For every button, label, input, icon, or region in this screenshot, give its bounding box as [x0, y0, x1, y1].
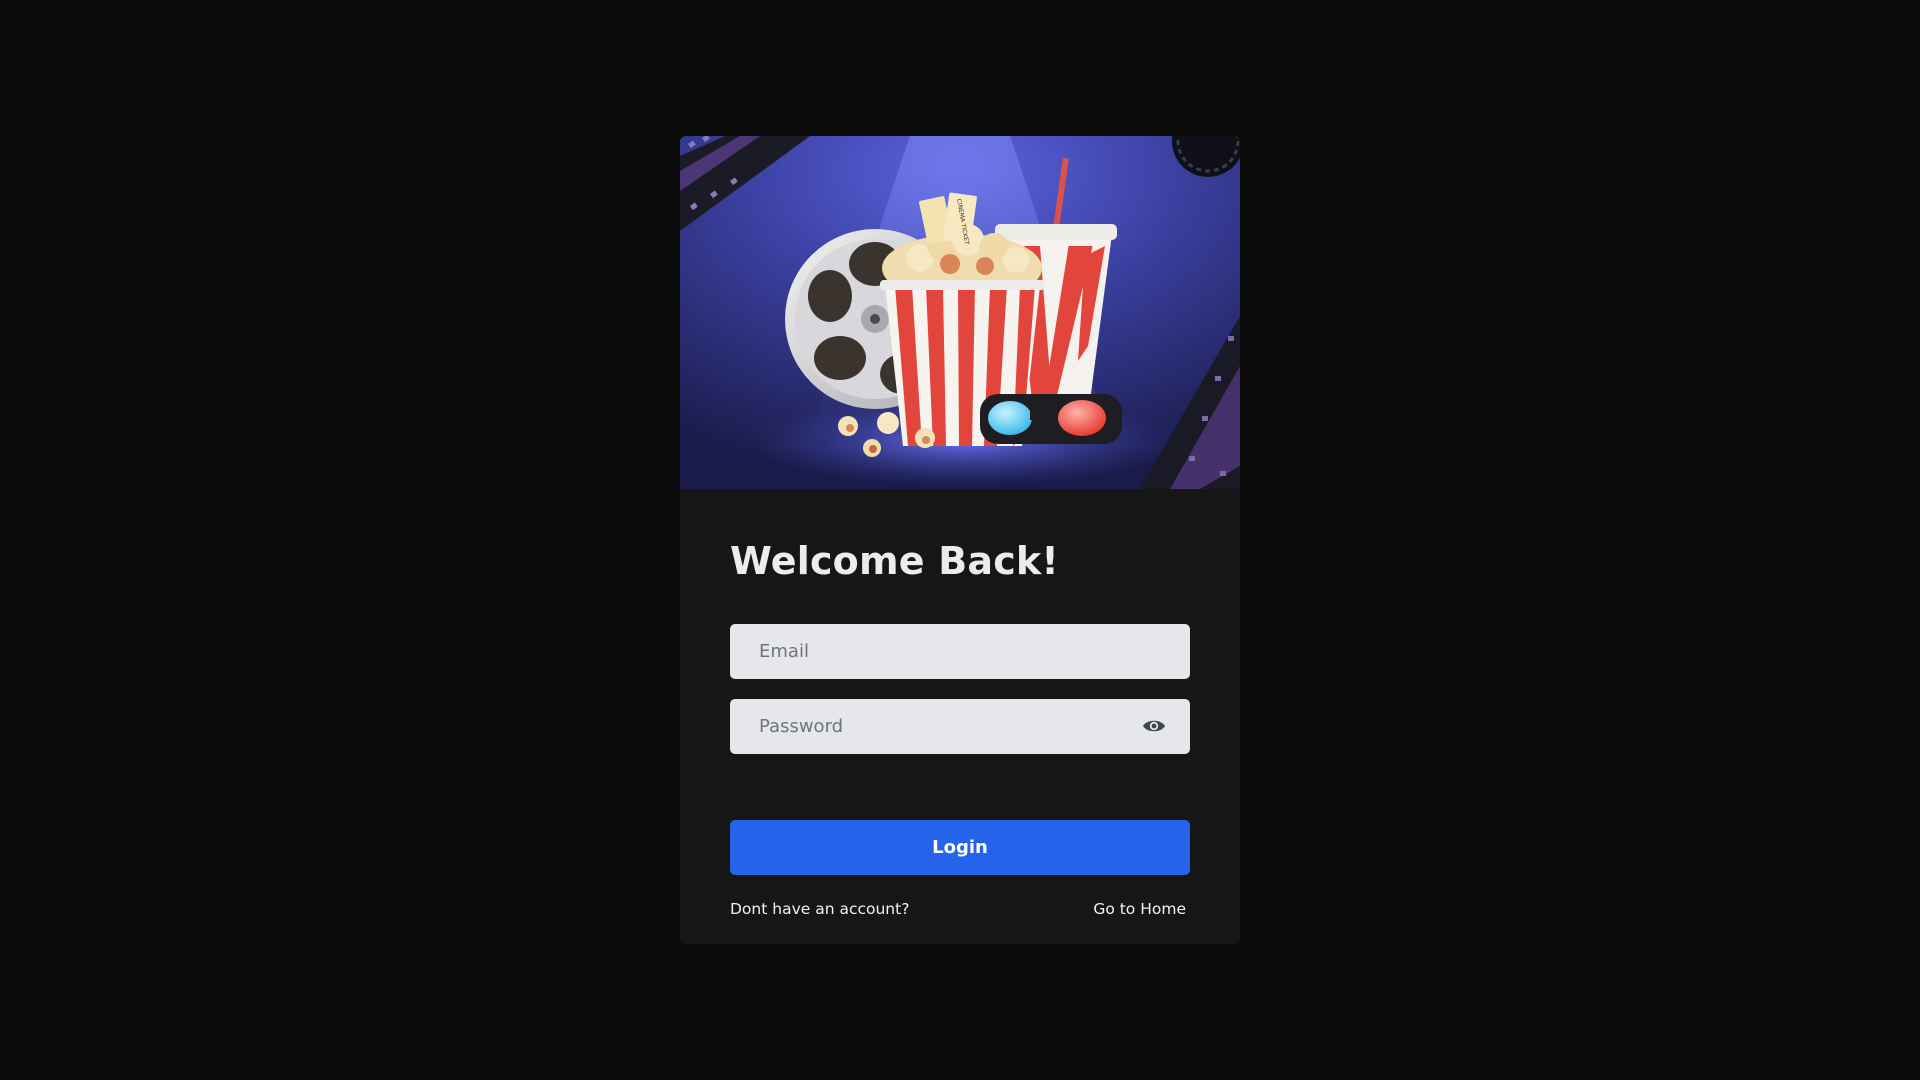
cinema-illustration: CINEMA TICKET: [680, 136, 1240, 489]
password-field-container: [730, 699, 1190, 754]
login-button[interactable]: Login: [730, 820, 1190, 875]
hero-image: CINEMA TICKET: [680, 136, 1240, 489]
3d-glasses-icon: [980, 394, 1122, 444]
login-card: CINEMA TICKET Welcome Back! Email Login …: [680, 136, 1240, 944]
email-field-container: [730, 624, 1190, 679]
eye-icon[interactable]: [1142, 716, 1166, 736]
signup-link[interactable]: Dont have an account?: [730, 900, 909, 918]
password-field[interactable]: [730, 699, 1190, 754]
go-home-link[interactable]: Go to Home: [1093, 900, 1186, 918]
page-title: Welcome Back!: [730, 539, 1059, 583]
email-field[interactable]: [730, 624, 1190, 679]
